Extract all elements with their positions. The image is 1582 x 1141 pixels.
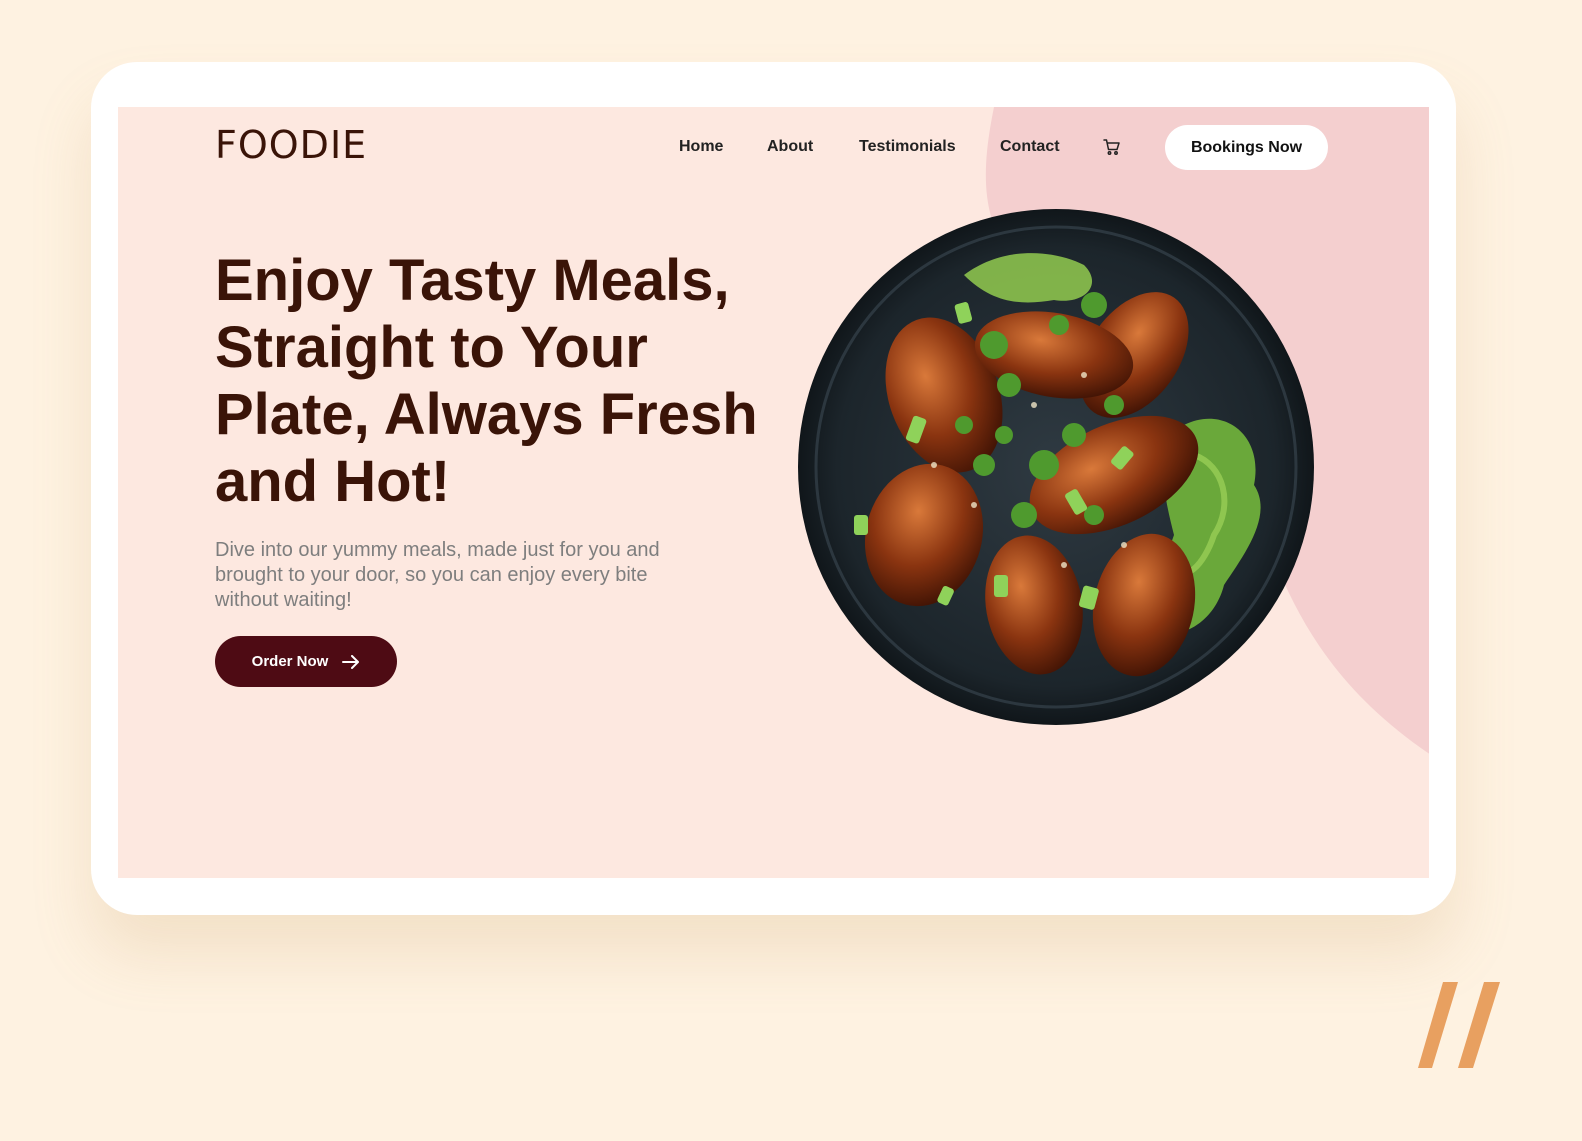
arrow-right-icon (342, 654, 360, 669)
hero-title: Enjoy Tasty Meals, Straight to Your Plat… (215, 248, 758, 514)
website-screen: FOODIE Home About Testimonials Contact B… (118, 107, 1429, 878)
nav-link-home[interactable]: Home (679, 138, 723, 156)
cart-icon[interactable] (1103, 138, 1121, 156)
order-now-button[interactable]: Order Now (215, 636, 397, 687)
brand-slash-icon (1418, 980, 1506, 1070)
food-plate-image (794, 205, 1318, 729)
nav-link-contact[interactable]: Contact (1000, 138, 1060, 156)
nav-link-testimonials[interactable]: Testimonials (859, 138, 956, 156)
nav-link-about[interactable]: About (767, 138, 813, 156)
bookings-now-button[interactable]: Bookings Now (1165, 125, 1328, 170)
hero-subtitle: Dive into our yummy meals, made just for… (215, 539, 660, 611)
order-now-label: Order Now (251, 653, 329, 670)
main-nav: Home About Testimonials Contact Bookings… (118, 107, 1429, 187)
device-frame: FOODIE Home About Testimonials Contact B… (91, 62, 1456, 915)
